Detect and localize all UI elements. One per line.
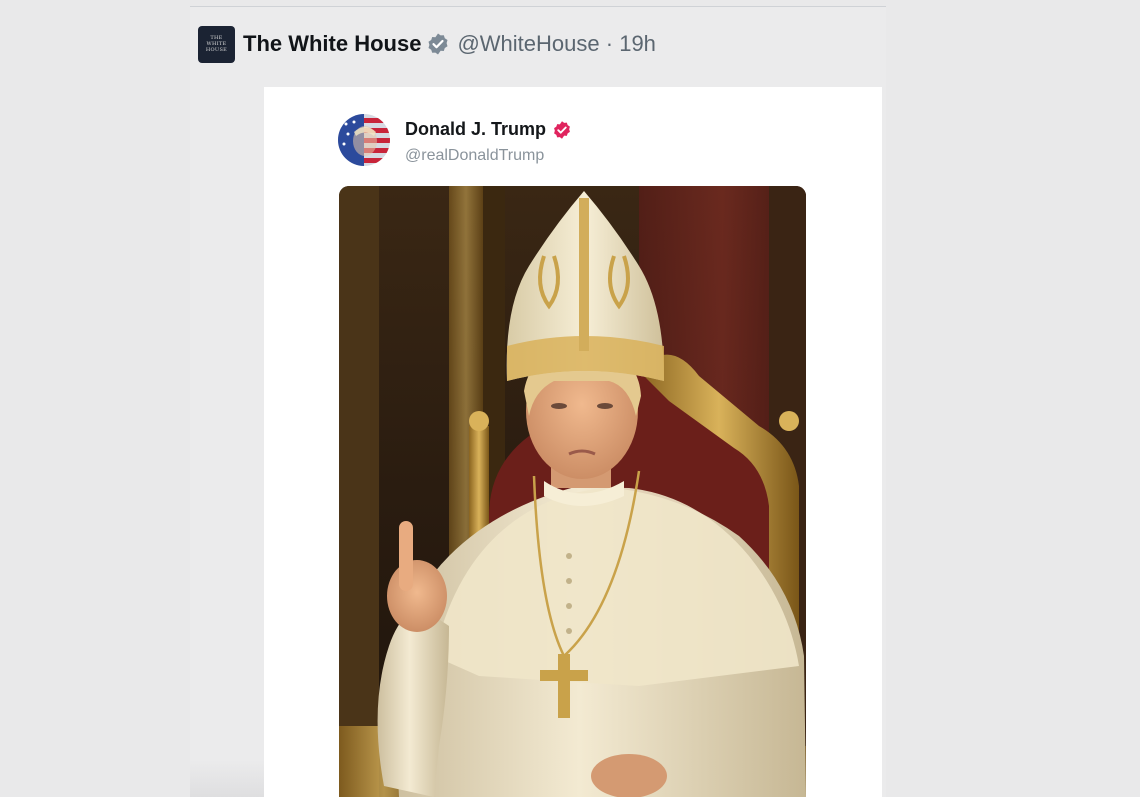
quoted-post[interactable]: Donald J. Trump @realDonaldTrump: [264, 87, 882, 797]
trump-avatar[interactable]: [338, 114, 390, 166]
avatar-text-line-3: HOUSE: [205, 47, 228, 53]
quoted-author-handle[interactable]: @realDonaldTrump: [405, 147, 544, 165]
verified-badge-gray-icon: [428, 33, 448, 55]
tweet-timestamp[interactable]: 19h: [619, 31, 656, 56]
quoted-author-name[interactable]: Donald J. Trump: [405, 119, 546, 140]
quoted-author-row: Donald J. Trump: [405, 119, 572, 140]
account-handle[interactable]: @WhiteHouse: [457, 31, 599, 56]
verified-badge-pink-icon: [554, 120, 570, 139]
white-house-avatar[interactable]: THE WHITE HOUSE: [198, 25, 235, 63]
tweet-meta: @WhiteHouse · 19h: [457, 31, 655, 57]
tweet-header: THE WHITE HOUSE The White House @WhiteHo…: [198, 25, 656, 63]
meta-separator: ·: [605, 31, 614, 56]
bottom-shade: [190, 760, 264, 797]
flag-portrait-avatar-image: [338, 114, 390, 166]
account-display-name[interactable]: The White House: [243, 31, 421, 57]
post-image[interactable]: [339, 186, 806, 797]
papal-portrait-image: [339, 186, 806, 797]
